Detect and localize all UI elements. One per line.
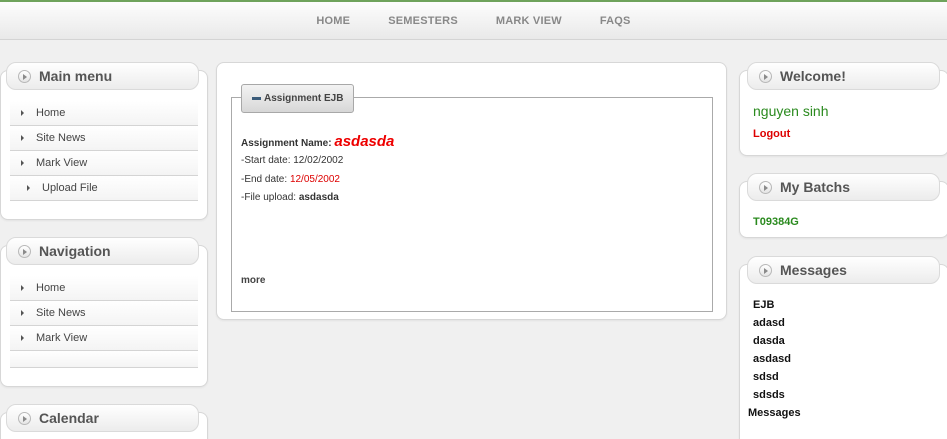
assignment-name-row: Assignment Name: asdasda: [241, 133, 394, 150]
bullet-arrow-icon: [21, 310, 24, 316]
main-menu-item-home[interactable]: Home: [10, 101, 198, 126]
assignment-name-value: asdasda: [334, 133, 395, 150]
file-upload-row: -File upload: asdasda: [241, 192, 339, 203]
menu-item-label: Mark View: [36, 157, 88, 169]
navigation-empty-row: [10, 351, 198, 368]
bullet-arrow-icon: [21, 110, 24, 116]
message-item[interactable]: sdsd: [753, 368, 933, 386]
collapse-arrow-icon: [18, 411, 31, 425]
start-date-label: -Start date:: [241, 155, 291, 166]
nav-home-link[interactable]: HOME: [316, 15, 350, 27]
end-date-label: -End date:: [241, 174, 288, 185]
message-item[interactable]: sdsds: [753, 386, 933, 404]
message-item[interactable]: asdasd: [753, 350, 933, 368]
bullet-arrow-icon: [21, 335, 24, 341]
navigation-title: Navigation: [39, 243, 111, 259]
batchs-title: My Batchs: [780, 179, 851, 195]
assignment-name-label: Assignment Name:: [241, 138, 332, 149]
file-upload-label: -File upload:: [241, 192, 297, 203]
main-menu-list: Home Site News Mark View Upload File: [10, 101, 198, 201]
bullet-arrow-icon: [21, 160, 24, 166]
navigation-list: Home Site News Mark View: [10, 276, 198, 368]
more-link[interactable]: more: [241, 275, 265, 286]
nav-mark-view-link[interactable]: MARK VIEW: [496, 15, 562, 27]
batch-link[interactable]: T09384G: [753, 216, 799, 228]
menu-item-label: Site News: [36, 307, 86, 319]
collapse-arrow-icon: [759, 263, 772, 277]
main-menu-item-site-news[interactable]: Site News: [10, 126, 198, 151]
navigation-item-home[interactable]: Home: [10, 276, 198, 301]
navigation-header[interactable]: Navigation: [6, 237, 199, 265]
menu-item-label: Home: [36, 107, 66, 119]
assignment-legend-label: Assignment EJB: [264, 93, 344, 104]
assignment-panel: Assignment EJB Assignment Name: asdasda …: [216, 62, 727, 320]
navigation-item-mark-view[interactable]: Mark View: [10, 326, 198, 351]
start-date-value: 12/02/2002: [293, 155, 344, 166]
assignment-toggle-button[interactable]: Assignment EJB: [241, 84, 355, 113]
message-item[interactable]: dasda: [753, 332, 933, 350]
logout-link[interactable]: Logout: [753, 128, 790, 140]
welcome-header[interactable]: Welcome!: [747, 62, 940, 90]
messages-title: Messages: [780, 262, 847, 278]
welcome-title: Welcome!: [780, 68, 846, 84]
main-menu-header[interactable]: Main menu: [6, 62, 199, 90]
message-item[interactable]: EJB: [753, 296, 933, 314]
main-menu-title: Main menu: [39, 68, 113, 84]
welcome-user-name: nguyen sinh: [753, 103, 829, 119]
menu-item-label: Mark View: [36, 332, 88, 344]
batchs-header[interactable]: My Batchs: [747, 173, 940, 201]
file-upload-value: asdasda: [298, 192, 339, 203]
minus-icon: [252, 97, 261, 100]
end-date-row: -End date: 12/05/2002: [241, 174, 340, 185]
collapse-arrow-icon: [759, 180, 772, 194]
collapse-arrow-icon: [18, 69, 31, 83]
assignment-fieldset: [231, 97, 713, 312]
start-date-row: -Start date: 12/02/2002: [241, 155, 343, 166]
navigation-item-site-news[interactable]: Site News: [10, 301, 198, 326]
message-item[interactable]: adasd: [753, 314, 933, 332]
collapse-arrow-icon: [759, 69, 772, 83]
nav-semesters-link[interactable]: SEMESTERS: [388, 15, 458, 27]
messages-footer-link[interactable]: Messages: [748, 404, 801, 422]
calendar-header[interactable]: Calendar: [6, 404, 199, 432]
main-menu-item-mark-view[interactable]: Mark View: [10, 151, 198, 176]
collapse-arrow-icon: [18, 244, 31, 258]
main-menu-item-upload-file[interactable]: Upload File: [10, 176, 198, 201]
nav-faqs-link[interactable]: FAQS: [600, 15, 631, 27]
menu-item-label: Upload File: [42, 182, 98, 194]
menu-item-label: Site News: [36, 132, 86, 144]
messages-list: EJB adasd dasda asdasd sdsd sdsds: [753, 296, 933, 404]
top-navigation: HOME SEMESTERS MARK VIEW FAQS: [0, 0, 947, 40]
end-date-value: 12/05/2002: [289, 174, 340, 185]
bullet-arrow-icon: [21, 285, 24, 291]
messages-header[interactable]: Messages: [747, 256, 940, 284]
menu-item-label: Home: [36, 282, 66, 294]
calendar-title: Calendar: [39, 410, 99, 426]
bullet-arrow-icon: [27, 185, 30, 191]
bullet-arrow-icon: [21, 135, 24, 141]
